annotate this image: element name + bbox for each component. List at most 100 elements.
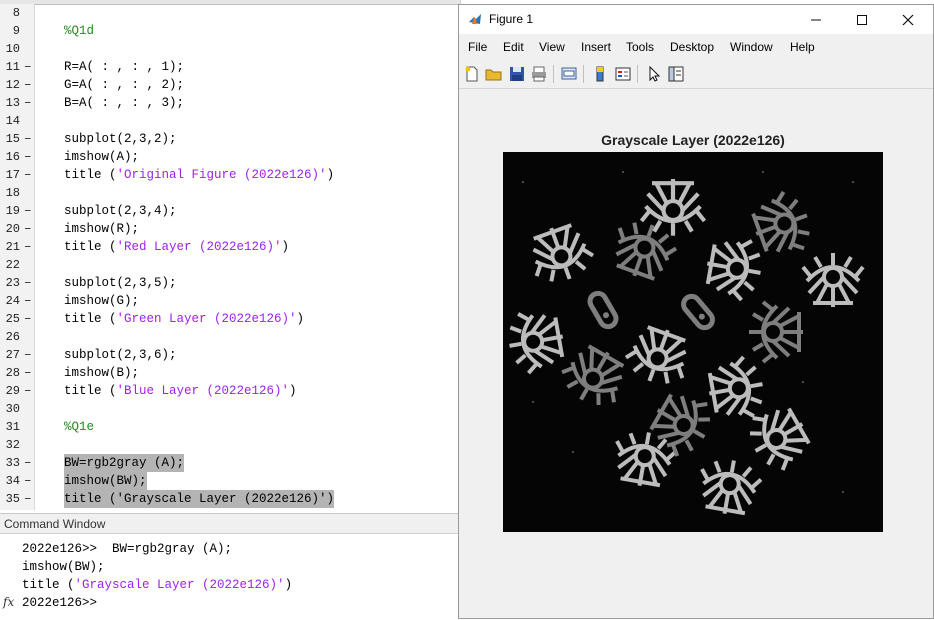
colorbar-icon[interactable] xyxy=(591,65,609,83)
code-line[interactable]: 19– subplot(2,3,4); xyxy=(0,202,460,220)
close-button[interactable] xyxy=(885,5,931,34)
property-inspector-icon[interactable] xyxy=(667,65,685,83)
legend-icon[interactable] xyxy=(614,65,632,83)
code-line[interactable]: 25– title ('Green Layer (2022e126)') xyxy=(0,310,460,328)
code-line[interactable]: 30 xyxy=(0,400,460,418)
breakpoint-marker[interactable]: – xyxy=(24,148,32,166)
code-line[interactable]: 9 %Q1d xyxy=(0,22,460,40)
command-window[interactable]: Command Window 2022e126>> BW=rgb2gray (A… xyxy=(0,513,458,620)
code-line[interactable]: 27– subplot(2,3,6); xyxy=(0,346,460,364)
breakpoint-marker[interactable]: – xyxy=(24,382,32,400)
code-string: 'Original Figure (2022e126)' xyxy=(116,168,327,182)
code-string: 'Green Layer (2022e126)' xyxy=(116,312,297,326)
menu-desktop[interactable]: Desktop xyxy=(670,40,714,54)
code-token: imshow(R); xyxy=(64,222,140,236)
command-prompt[interactable]: 2022e126>> xyxy=(22,594,97,612)
breakpoint-marker[interactable]: – xyxy=(24,220,32,238)
code-line[interactable]: 34– imshow(BW); xyxy=(0,472,460,490)
save-icon[interactable] xyxy=(508,65,526,83)
code-line[interactable]: 20– imshow(R); xyxy=(0,220,460,238)
maximize-button[interactable] xyxy=(839,5,885,34)
breakpoint-marker[interactable]: – xyxy=(24,202,32,220)
breakpoint-marker[interactable]: – xyxy=(24,346,32,364)
code-line[interactable]: 8 xyxy=(0,4,460,22)
code-line[interactable]: 26 xyxy=(0,328,460,346)
breakpoint-marker[interactable]: – xyxy=(24,238,32,256)
code-line[interactable]: 17– title ('Original Figure (2022e126)') xyxy=(0,166,460,184)
code-line[interactable]: 11– R=A( : , : , 1); xyxy=(0,58,460,76)
minimize-button[interactable] xyxy=(793,5,839,34)
line-number: 22 xyxy=(5,258,20,272)
code-line[interactable]: 35– title ('Grayscale Layer (2022e126)') xyxy=(0,490,460,508)
menu-view[interactable]: View xyxy=(539,40,565,54)
code-line[interactable]: 23– subplot(2,3,5); xyxy=(0,274,460,292)
command-history-line: 2022e126>> BW=rgb2gray (A); xyxy=(22,542,233,556)
cmd-text: title ( xyxy=(22,578,75,592)
line-number: 14 xyxy=(5,114,20,128)
code-line[interactable]: 31 %Q1e xyxy=(0,418,460,436)
code-editor[interactable]: 8 9 %Q1d 10 11– R=A( : , : , 1); 12– G=A( : , :… xyxy=(0,0,461,510)
breakpoint-marker[interactable]: – xyxy=(24,310,32,328)
open-file-icon[interactable] xyxy=(485,65,503,83)
code-line[interactable]: 33– BW=rgb2gray (A); xyxy=(0,454,460,472)
code-line[interactable]: 24– imshow(G); xyxy=(0,292,460,310)
figure-window: Figure 1 File Edit View Insert Tools Des… xyxy=(458,4,934,619)
breakpoint-marker[interactable]: – xyxy=(24,76,32,94)
code-line[interactable]: 12– G=A( : , : , 2); xyxy=(0,76,460,94)
code-token: imshow(BW); xyxy=(64,474,147,488)
breakpoint-marker[interactable]: – xyxy=(24,58,32,76)
code-text: title ('Red Layer (2022e126)') xyxy=(64,238,289,256)
code-line[interactable]: 29– title ('Blue Layer (2022e126)') xyxy=(0,382,460,400)
code-line[interactable]: 16– imshow(A); xyxy=(0,148,460,166)
line-number: 21 xyxy=(5,240,20,254)
code-text: title ('Grayscale Layer (2022e126)') xyxy=(64,490,335,508)
new-figure-icon[interactable] xyxy=(463,65,481,83)
menu-window[interactable]: Window xyxy=(730,40,773,54)
code-token: ) xyxy=(281,240,290,254)
menu-edit[interactable]: Edit xyxy=(503,40,524,54)
code-line[interactable]: 13– B=A( : , : , 3); xyxy=(0,94,460,112)
breakpoint-marker[interactable]: – xyxy=(24,454,32,472)
print-icon[interactable] xyxy=(530,65,548,83)
code-line[interactable]: 15– subplot(2,3,2); xyxy=(0,130,460,148)
code-line[interactable]: 32 xyxy=(0,436,460,454)
code-line[interactable]: 14 xyxy=(0,112,460,130)
code-token: %Q1e xyxy=(64,420,95,434)
command-window-title: Command Window xyxy=(0,514,458,534)
code-text: imshow(G); xyxy=(64,292,139,310)
code-text: subplot(2,3,5); xyxy=(64,274,177,292)
link-plot-icon[interactable] xyxy=(560,65,578,83)
breakpoint-marker[interactable]: – xyxy=(24,130,32,148)
code-token: G=A( : , : , 2); xyxy=(64,78,185,92)
breakpoint-marker[interactable]: – xyxy=(24,490,32,508)
line-number: 12 xyxy=(5,78,20,92)
menu-insert[interactable]: Insert xyxy=(581,40,611,54)
command-history-line: imshow(BW); xyxy=(22,560,105,574)
menu-file[interactable]: File xyxy=(468,40,487,54)
line-number: 13 xyxy=(5,96,20,110)
code-string: 'Blue Layer (2022e126)' xyxy=(116,384,290,398)
function-browser-icon[interactable]: fx xyxy=(3,595,14,609)
code-line[interactable]: 28– imshow(B); xyxy=(0,364,460,382)
breakpoint-marker[interactable]: – xyxy=(24,472,32,490)
code-text: BW=rgb2gray (A); xyxy=(64,454,185,472)
code-text: subplot(2,3,4); xyxy=(64,202,177,220)
edit-plot-arrow-icon[interactable] xyxy=(645,65,663,83)
menu-help[interactable]: Help xyxy=(790,40,815,54)
breakpoint-marker[interactable]: – xyxy=(24,364,32,382)
code-line[interactable]: 21– title ('Red Layer (2022e126)') xyxy=(0,238,460,256)
command-history-line: title ('Grayscale Layer (2022e126)') xyxy=(22,576,292,594)
code-line[interactable]: 18 xyxy=(0,184,460,202)
menu-tools[interactable]: Tools xyxy=(626,40,654,54)
breakpoint-marker[interactable]: – xyxy=(24,94,32,112)
code-line[interactable]: 22 xyxy=(0,256,460,274)
breakpoint-marker[interactable]: – xyxy=(24,292,32,310)
minimize-icon xyxy=(811,19,821,20)
breakpoint-marker[interactable]: – xyxy=(24,166,32,184)
line-number: 10 xyxy=(5,42,20,56)
line-number: 26 xyxy=(5,330,20,344)
breakpoint-marker[interactable]: – xyxy=(24,274,32,292)
matlab-logo-icon xyxy=(468,12,482,26)
code-text: imshow(B); xyxy=(64,364,139,382)
code-line[interactable]: 10 xyxy=(0,40,460,58)
